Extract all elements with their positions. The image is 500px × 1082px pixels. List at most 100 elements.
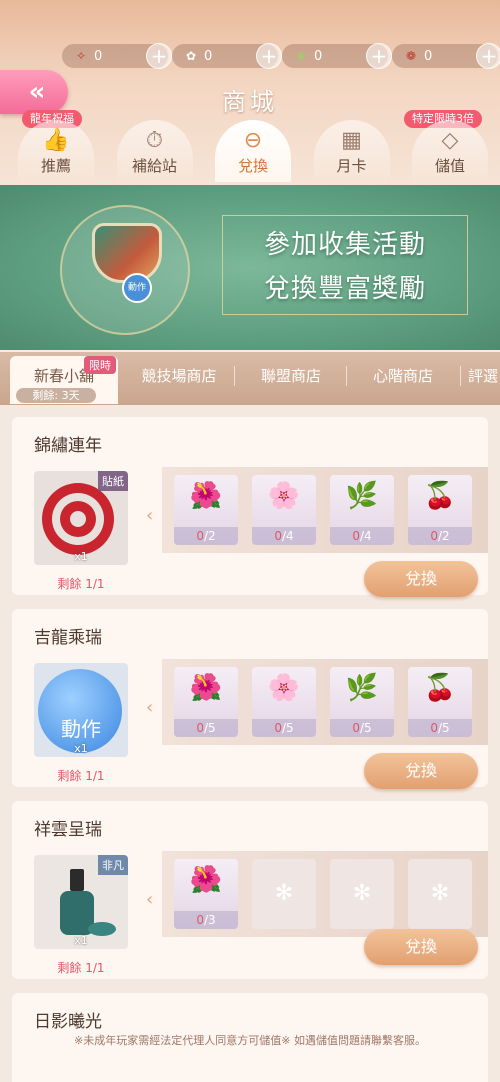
reward-type-tag: 非凡 <box>98 855 128 875</box>
material-slot[interactable]: 🌺 0/5 <box>174 667 238 737</box>
tab-label: 月卡 <box>336 157 367 175</box>
tab-exchange[interactable]: ⊖ 兌換 <box>215 120 291 182</box>
material-count: 0/5 <box>330 719 394 737</box>
material-count: 0/3 <box>174 911 238 929</box>
material-slot[interactable]: 🌿 0/5 <box>330 667 394 737</box>
calendar-icon: ▦ <box>341 128 362 153</box>
snowflake-icon: ✻ <box>430 881 450 906</box>
material-slot[interactable]: 🌺 0/3 <box>174 859 238 929</box>
clock-icon: ⏱ <box>145 128 164 153</box>
red-berry-icon: 🍒 <box>423 673 457 703</box>
header: ✧ 0 + ✿ 0 + ❀ 0 + ❁ 0 + « 商城 龍年祝福 特定限時3倍… <box>0 0 500 185</box>
currency-value: 0 <box>424 48 433 64</box>
thumbs-up-icon: 👍 <box>42 128 70 153</box>
tab-monthly-card[interactable]: ▦ 月卡 <box>313 120 390 182</box>
exchange-list[interactable]: 錦繡連年 貼紙 x1 剩餘 1/1 ‹ 🌺 0/2 🌸 0/4 🌿 0/4 🍒 … <box>0 405 500 1082</box>
tab-topup[interactable]: ◇ 儲值 <box>412 120 488 182</box>
banner-line-1: 參加收集活動 <box>263 230 426 260</box>
banner-text: 參加收集活動 兌換豐富獎勵 <box>225 223 465 311</box>
card-title: 祥雲呈瑞 <box>34 820 102 840</box>
reward-slot[interactable]: 非凡 x1 <box>34 855 128 949</box>
material-slot[interactable]: 🍒 0/2 <box>408 475 472 545</box>
currency-value: 0 <box>314 48 323 64</box>
reward-type-tag: 貼紙 <box>98 471 128 491</box>
card-title: 日影曦光 <box>34 1012 102 1032</box>
material-count: 0/4 <box>330 527 394 545</box>
green-leaf-icon: 🌿 <box>345 673 379 703</box>
currency-icon: ❁ <box>405 49 417 63</box>
currency-item: ❀ 0 + <box>282 43 392 69</box>
subtab-selection[interactable]: 評選 <box>468 358 500 394</box>
empty-material-slot: ✻ <box>330 859 394 929</box>
chevron-left-icon: ‹ <box>146 697 154 718</box>
add-currency-button[interactable]: + <box>366 43 392 69</box>
limited-badge: 限時 <box>84 356 116 374</box>
currency-value: 0 <box>204 48 213 64</box>
action-badge: 動作 <box>122 273 152 303</box>
tab-label: 推薦 <box>40 157 71 175</box>
tab-label: 儲值 <box>434 157 465 175</box>
tab-supply[interactable]: ⏱ 補給站 <box>116 120 193 182</box>
white-blossom-icon: 🌸 <box>267 673 301 703</box>
subtab-arena-shop[interactable]: 競技場商店 <box>120 358 238 394</box>
white-blossom-icon: 🌸 <box>267 481 301 511</box>
event-banner[interactable]: 動作 參加收集活動 兌換豐富獎勵 <box>0 185 500 350</box>
tab-label: 補給站 <box>131 157 177 175</box>
snowflake-icon: ✻ <box>352 881 372 906</box>
green-leaf-icon: 🌿 <box>345 481 379 511</box>
material-count: 0/4 <box>252 527 316 545</box>
tab-recommend[interactable]: 👍 推薦 <box>18 120 94 182</box>
banner-line-2: 兌換豐富獎勵 <box>263 274 426 304</box>
snowflake-icon: ✻ <box>274 881 294 906</box>
material-slot[interactable]: 🌺 0/2 <box>174 475 238 545</box>
reward-slot[interactable]: 貼紙 x1 <box>34 471 128 565</box>
shop-remaining-time: 剩餘: 3天 <box>16 388 96 403</box>
add-currency-button[interactable]: + <box>146 43 172 69</box>
material-count: 0/2 <box>408 527 472 545</box>
add-currency-button[interactable]: + <box>256 43 282 69</box>
material-count: 0/5 <box>252 719 316 737</box>
currency-icon: ❀ <box>295 49 307 63</box>
material-count: 0/5 <box>174 719 238 737</box>
plum-branch-icon: 🌺 <box>189 481 223 511</box>
card-title: 錦繡連年 <box>34 436 102 456</box>
plum-branch-icon: 🌺 <box>189 865 223 895</box>
purse-illustration <box>92 223 162 283</box>
currency-item: ✿ 0 + <box>172 43 282 69</box>
currency-value: 0 <box>94 48 103 64</box>
empty-material-slot: ✻ <box>408 859 472 929</box>
footer-disclaimer: ※未成年玩家需經法定代理人同意方可儲值※ 如遇儲值問題請聯繫客服。 <box>74 1034 426 1047</box>
material-count: 0/5 <box>408 719 472 737</box>
subtab-alliance-shop[interactable]: 聯盟商店 <box>236 358 346 394</box>
material-slot[interactable]: 🌸 0/5 <box>252 667 316 737</box>
exchange-button[interactable]: 兌換 <box>364 561 478 597</box>
subtab-heart-shop[interactable]: 心階商店 <box>348 358 458 394</box>
reward-type-label: 動作 <box>61 717 101 741</box>
exchange-card: 吉龍乘瑞 動作 x1 剩餘 1/1 ‹ 🌺 0/5 🌸 0/5 🌿 0/5 🍒 … <box>12 609 488 789</box>
subtab-divider <box>346 366 347 386</box>
material-slot[interactable]: 🌸 0/4 <box>252 475 316 545</box>
currency-icon: ✧ <box>75 49 87 63</box>
currency-bar: ✧ 0 + ✿ 0 + ❀ 0 + ❁ 0 + <box>62 43 500 70</box>
exchange-button[interactable]: 兌換 <box>364 753 478 789</box>
reward-slot[interactable]: 動作 x1 <box>34 663 128 757</box>
empty-material-slot: ✻ <box>252 859 316 929</box>
exchange-button[interactable]: 兌換 <box>364 929 478 965</box>
diamond-icon: ◇ <box>441 128 459 153</box>
plum-branch-icon: 🌺 <box>189 673 223 703</box>
material-slot[interactable]: 🍒 0/5 <box>408 667 472 737</box>
remaining-count: 剩餘 1/1 <box>57 577 105 591</box>
material-slot[interactable]: 🌿 0/4 <box>330 475 394 545</box>
reward-quantity: x1 <box>74 742 88 755</box>
currency-item: ❁ 0 + <box>392 43 500 69</box>
exchange-card: 錦繡連年 貼紙 x1 剩餘 1/1 ‹ 🌺 0/2 🌸 0/4 🌿 0/4 🍒 … <box>12 417 488 597</box>
reward-quantity: x1 <box>74 934 88 947</box>
reward-quantity: x1 <box>74 550 88 563</box>
currency-item: ✧ 0 + <box>62 43 172 69</box>
add-currency-button[interactable]: + <box>476 43 500 69</box>
remaining-count: 剩餘 1/1 <box>57 961 105 975</box>
tab-label: 兌換 <box>237 157 268 175</box>
red-berry-icon: 🍒 <box>423 481 457 511</box>
exchange-card: 祥雲呈瑞 非凡 x1 剩餘 1/1 ‹ 🌺 0/3 ✻ ✻ ✻ 兌換 <box>12 801 488 979</box>
currency-icon: ✿ <box>185 49 197 63</box>
